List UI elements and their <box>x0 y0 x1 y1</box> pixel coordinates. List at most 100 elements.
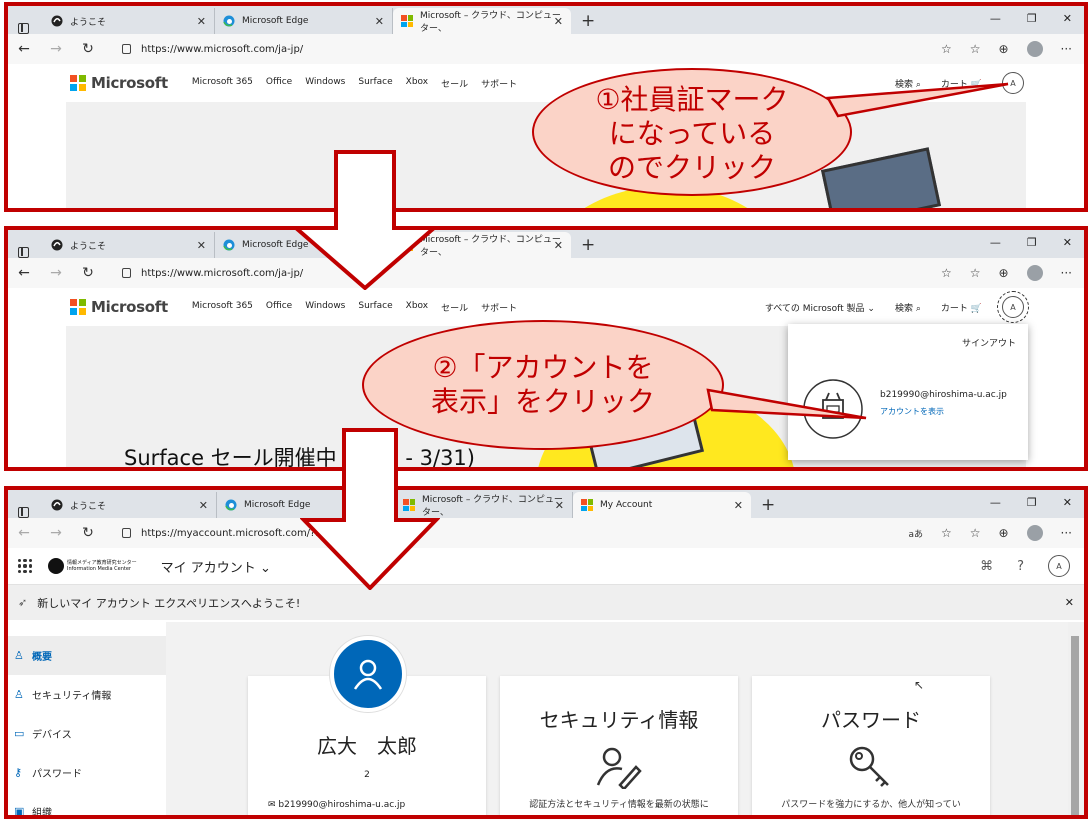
tab-microsoft-edge[interactable]: Microsoft Edge ✕ <box>215 8 393 34</box>
lock-icon[interactable] <box>122 44 131 54</box>
nav-microsoft365[interactable]: Microsoft 365 <box>192 301 253 314</box>
nav-surface[interactable]: Surface <box>358 301 392 314</box>
url-field[interactable]: https://www.microsoft.com/ja-jp/ <box>110 262 941 284</box>
favorite-add-icon[interactable]: ☆ <box>941 42 952 56</box>
nav-windows[interactable]: Windows <box>305 301 345 314</box>
employee-badge-icon[interactable]: A <box>997 291 1029 323</box>
nav-surface[interactable]: Surface <box>358 77 392 90</box>
password-card[interactable]: パスワード パスワードを強力にするか、他人が知ってい <box>752 676 990 815</box>
back-icon[interactable]: ← <box>8 265 40 281</box>
signout-link[interactable]: サインアウト <box>962 336 1016 349</box>
cart-link[interactable]: カート 🛒 <box>941 301 982 314</box>
read-aloud-icon[interactable]: aあ <box>908 527 923 540</box>
nav-xbox[interactable]: Xbox <box>406 77 428 90</box>
favorites-icon[interactable]: ☆ <box>970 266 981 280</box>
tab-welcome[interactable]: ようこそ ✕ <box>43 492 217 518</box>
back-icon[interactable]: ← <box>8 525 40 541</box>
close-icon[interactable]: ✕ <box>375 15 384 28</box>
close-icon[interactable]: ✕ <box>554 15 563 28</box>
favorites-icon[interactable]: ☆ <box>970 42 981 56</box>
security-info-card[interactable]: セキュリティ情報 認証方法とセキュリティ情報を最新の状態に <box>500 676 738 815</box>
microsoft-logo[interactable]: Microsoft <box>70 74 168 92</box>
more-icon[interactable]: ··· <box>1061 526 1072 540</box>
favorites-icon[interactable]: ☆ <box>970 526 981 540</box>
profile-avatar[interactable] <box>1026 41 1043 57</box>
close-icon[interactable]: ✕ <box>555 499 564 512</box>
help-icon[interactable]: ? <box>1017 559 1024 574</box>
collections-icon[interactable]: ⊕ <box>998 266 1008 280</box>
close-icon[interactable]: ✕ <box>734 499 743 512</box>
refresh-icon[interactable]: ↻ <box>72 41 104 57</box>
url-field[interactable]: https://myaccount.microsoft.com/?ref=Me <box>110 522 908 544</box>
close-icon[interactable]: ✕ <box>197 239 206 252</box>
more-icon[interactable]: ··· <box>1061 42 1072 56</box>
search-link[interactable]: 検索 ⌕ <box>895 301 921 314</box>
close-window-icon[interactable]: ✕ <box>1063 496 1072 509</box>
all-products-menu[interactable]: すべての Microsoft 製品 ⌄ <box>765 301 875 314</box>
close-icon[interactable]: ✕ <box>1065 596 1074 609</box>
minimize-icon[interactable]: — <box>990 236 1001 249</box>
app-title[interactable]: マイ アカウント ⌄ <box>161 557 271 576</box>
collections-icon[interactable]: ⊕ <box>998 526 1008 540</box>
restore-icon[interactable]: ❐ <box>1027 236 1037 249</box>
sidebar-item-organizations[interactable]: ▣ 組織 <box>8 792 166 815</box>
sidebar-item-devices[interactable]: ▭ デバイス <box>8 714 166 753</box>
new-tab-icon[interactable]: + <box>581 11 595 34</box>
scrollbar[interactable] <box>1068 622 1084 815</box>
forward-icon[interactable]: → <box>40 525 72 541</box>
minimize-icon[interactable]: — <box>990 496 1001 509</box>
tab-actions-icon[interactable] <box>18 507 29 518</box>
close-icon[interactable]: ✕ <box>554 239 563 252</box>
tab-welcome[interactable]: ようこそ ✕ <box>43 8 215 34</box>
nav-windows[interactable]: Windows <box>305 77 345 90</box>
tab-actions-icon[interactable] <box>18 247 29 258</box>
sidebar-item-overview[interactable]: ♙ 概要 <box>8 636 166 675</box>
new-tab-icon[interactable]: + <box>761 495 775 518</box>
scrollbar-thumb[interactable] <box>1071 636 1079 815</box>
tab-microsoft-home[interactable]: Microsoft – クラウド、コンピューター、 ✕ <box>393 8 571 34</box>
favorite-add-icon[interactable]: ☆ <box>941 526 952 540</box>
refresh-icon[interactable]: ↻ <box>72 525 104 541</box>
close-icon[interactable]: ✕ <box>197 15 206 28</box>
favorite-add-icon[interactable]: ☆ <box>941 266 952 280</box>
search-icon: ⌕ <box>915 303 921 314</box>
collections-icon[interactable]: ⊕ <box>998 42 1008 56</box>
microsoft-logo[interactable]: Microsoft <box>70 298 168 316</box>
nav-office[interactable]: Office <box>266 77 292 90</box>
more-icon[interactable]: ··· <box>1061 266 1072 280</box>
forward-icon[interactable]: → <box>40 265 72 281</box>
sidebar-item-security-info[interactable]: ♙ セキュリティ情報 <box>8 675 166 714</box>
refresh-icon[interactable]: ↻ <box>72 265 104 281</box>
nav-support[interactable]: サポート <box>481 77 517 90</box>
nav-microsoft365[interactable]: Microsoft 365 <box>192 77 253 90</box>
profile-avatar[interactable] <box>1026 265 1043 281</box>
tab-welcome[interactable]: ようこそ ✕ <box>43 232 215 258</box>
lock-icon[interactable] <box>122 528 131 538</box>
back-icon[interactable]: ← <box>8 41 40 57</box>
lock-icon[interactable] <box>122 268 131 278</box>
org-chart-icon[interactable]: ⌘ <box>980 559 993 574</box>
tab-actions-icon[interactable] <box>18 23 29 34</box>
restore-icon[interactable]: ❐ <box>1027 12 1037 25</box>
view-account-link[interactable]: アカウントを表示 <box>880 406 944 417</box>
employee-badge-icon[interactable]: A <box>1048 555 1070 577</box>
nav-office[interactable]: Office <box>266 301 292 314</box>
sidebar-item-password[interactable]: ⚷ パスワード <box>8 753 166 792</box>
restore-icon[interactable]: ❐ <box>1027 496 1037 509</box>
nav-sale[interactable]: セール <box>441 301 468 314</box>
close-window-icon[interactable]: ✕ <box>1063 236 1072 249</box>
tab-my-account[interactable]: My Account ✕ <box>573 492 751 518</box>
url-field[interactable]: https://www.microsoft.com/ja-jp/ <box>110 38 941 60</box>
nav-xbox[interactable]: Xbox <box>406 301 428 314</box>
close-window-icon[interactable]: ✕ <box>1063 12 1072 25</box>
minimize-icon[interactable]: — <box>990 12 1001 25</box>
forward-icon[interactable]: → <box>40 41 72 57</box>
new-tab-icon[interactable]: + <box>581 235 595 258</box>
close-icon[interactable]: ✕ <box>199 499 208 512</box>
profile-avatar[interactable] <box>1026 525 1043 541</box>
header-icons: ⌘ ? A <box>980 555 1070 577</box>
sidebar-nav: ♙ 概要 ♙ セキュリティ情報 ▭ デバイス ⚷ パスワード ▣ 組織 <box>8 622 166 815</box>
app-launcher-icon[interactable] <box>18 559 32 573</box>
nav-support[interactable]: サポート <box>481 301 517 314</box>
nav-sale[interactable]: セール <box>441 77 468 90</box>
